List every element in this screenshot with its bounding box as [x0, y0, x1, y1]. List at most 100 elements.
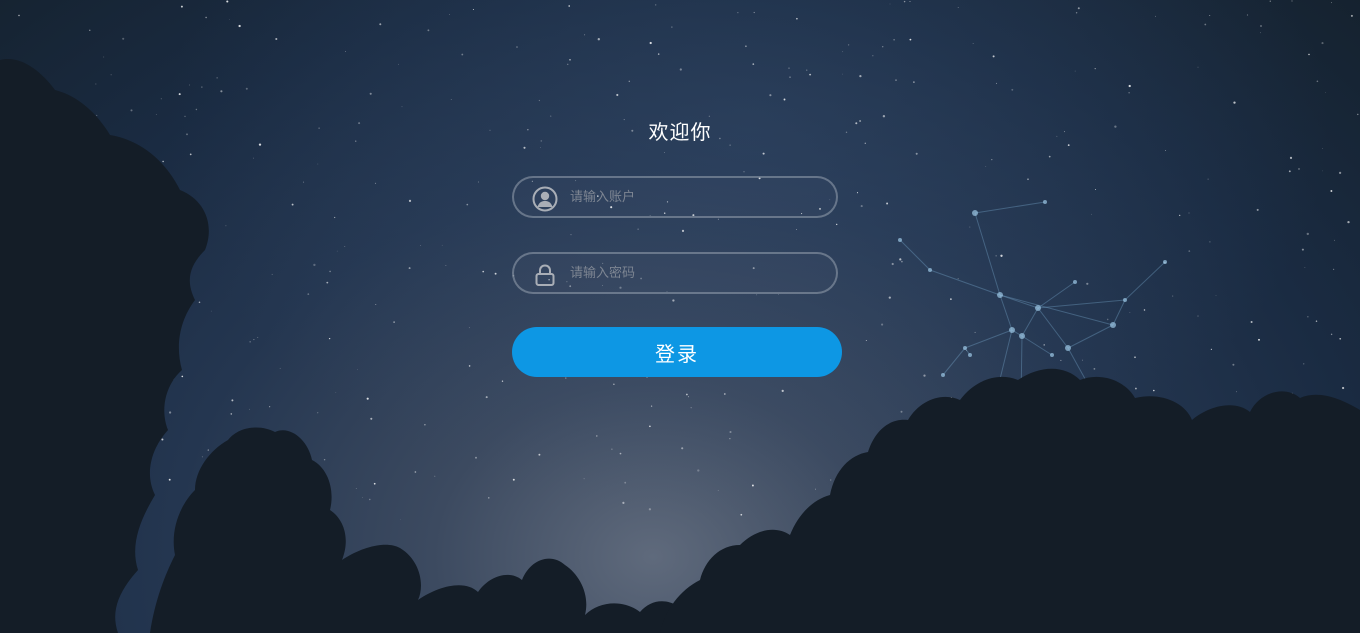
- star: [893, 39, 895, 41]
- login-button[interactable]: 登录: [512, 327, 842, 377]
- star: [494, 272, 497, 275]
- star: [1232, 363, 1235, 366]
- star: [1236, 391, 1237, 393]
- star: [1086, 282, 1089, 285]
- star: [249, 408, 251, 410]
- star: [1330, 333, 1333, 336]
- star: [1260, 25, 1262, 27]
- star: [909, 38, 912, 41]
- star: [477, 181, 479, 183]
- star: [872, 55, 874, 57]
- star: [671, 26, 673, 28]
- network-node: [1050, 353, 1054, 357]
- star: [690, 407, 692, 409]
- star: [485, 396, 488, 399]
- star: [717, 218, 719, 220]
- star: [516, 46, 518, 48]
- user-icon: [532, 186, 558, 212]
- password-input[interactable]: [570, 254, 820, 292]
- network-link: [974, 201, 1046, 214]
- star: [540, 140, 543, 142]
- star: [397, 63, 399, 65]
- star: [972, 42, 974, 44]
- star: [420, 244, 422, 247]
- network-link: [929, 269, 1001, 296]
- star: [628, 80, 631, 83]
- star: [334, 216, 336, 219]
- star: [1128, 84, 1131, 88]
- star: [1316, 80, 1319, 83]
- star: [882, 115, 886, 118]
- password-field[interactable]: [512, 252, 838, 294]
- star: [687, 396, 690, 398]
- star: [1197, 66, 1199, 68]
- star: [238, 24, 241, 28]
- star: [538, 453, 541, 456]
- star: [198, 301, 201, 304]
- login-page: 欢迎你 登录: [0, 0, 1360, 633]
- star: [815, 488, 817, 490]
- star: [681, 447, 684, 450]
- star: [178, 93, 181, 96]
- welcome-title: 欢迎你: [648, 120, 712, 144]
- star: [229, 19, 230, 20]
- star: [373, 482, 376, 485]
- star: [401, 106, 403, 108]
- star: [1114, 125, 1117, 128]
- star: [1250, 320, 1253, 324]
- network-link: [1037, 281, 1076, 309]
- star: [865, 340, 867, 341]
- network-link: [1021, 307, 1039, 337]
- star: [540, 147, 541, 148]
- star: [427, 29, 430, 32]
- star: [303, 181, 305, 183]
- star: [913, 81, 915, 83]
- star: [1011, 88, 1014, 91]
- star: [1048, 155, 1051, 158]
- star: [1134, 356, 1136, 359]
- star: [414, 471, 417, 473]
- network-node: [1009, 327, 1015, 333]
- username-field[interactable]: [512, 176, 838, 218]
- star: [1322, 148, 1323, 149]
- star: [201, 456, 203, 458]
- star: [1308, 53, 1310, 56]
- star: [89, 29, 91, 31]
- star: [408, 267, 411, 270]
- star: [903, 0, 906, 3]
- star: [835, 223, 838, 226]
- star: [697, 469, 700, 472]
- star: [1179, 214, 1181, 217]
- star: [769, 94, 772, 97]
- star: [110, 74, 112, 76]
- star: [996, 82, 998, 84]
- star: [1210, 348, 1213, 351]
- star: [181, 375, 184, 378]
- star: [1064, 131, 1065, 133]
- star: [1321, 170, 1323, 172]
- star: [1315, 320, 1318, 322]
- star: [679, 68, 682, 71]
- star: [1067, 144, 1070, 147]
- star: [881, 45, 884, 48]
- star: [95, 83, 97, 85]
- star: [155, 114, 157, 116]
- star: [985, 166, 987, 167]
- username-input[interactable]: [570, 178, 820, 216]
- star: [1321, 42, 1324, 45]
- star: [1260, 32, 1261, 34]
- network-link: [999, 294, 1114, 326]
- network-link: [1112, 299, 1126, 326]
- star: [488, 497, 490, 499]
- network-node: [968, 353, 972, 357]
- star: [168, 411, 172, 414]
- star: [245, 87, 248, 90]
- star: [326, 281, 329, 284]
- star: [745, 45, 747, 48]
- star: [901, 260, 903, 263]
- star: [205, 16, 207, 19]
- star: [796, 17, 798, 20]
- network-node: [1019, 333, 1025, 339]
- star: [950, 298, 952, 300]
- network-node: [941, 373, 945, 377]
